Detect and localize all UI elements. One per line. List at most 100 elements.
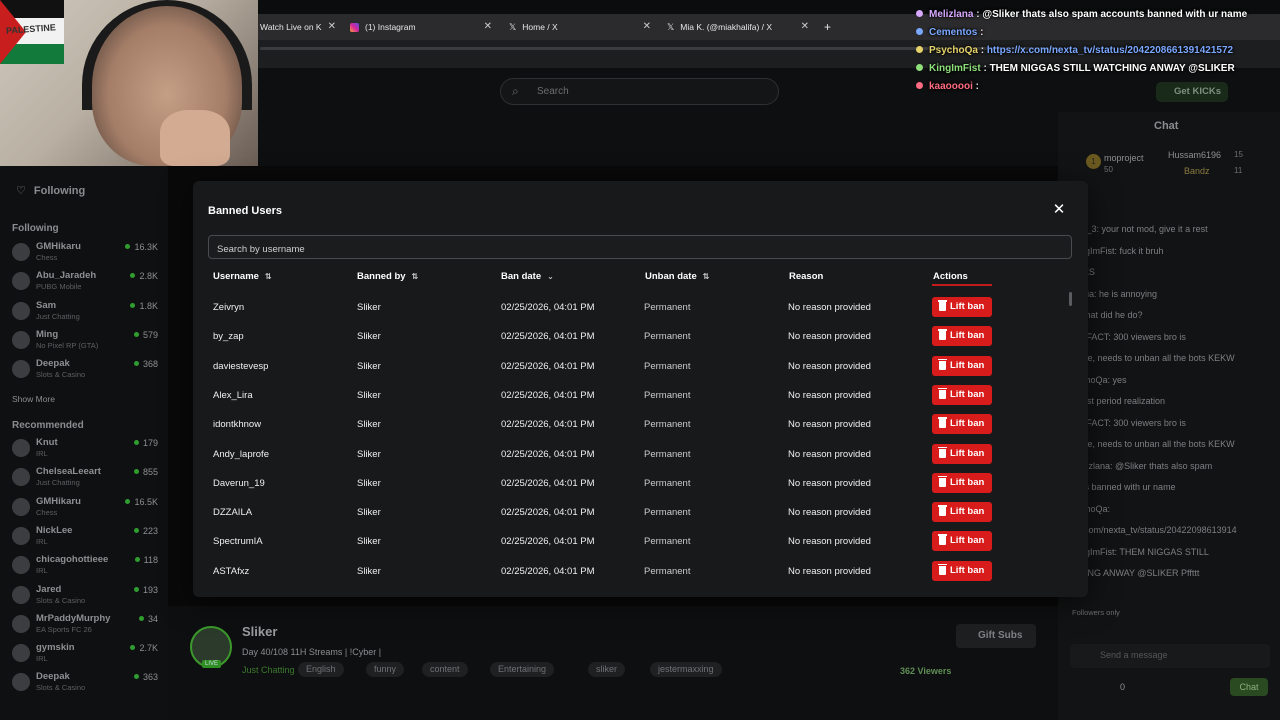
channel-name: Sam: [36, 299, 57, 311]
cell-unban-date: Permanent: [644, 360, 691, 372]
viewer-count: 2.7K: [130, 643, 158, 653]
avatar: [12, 526, 30, 545]
channel-name: Deepak: [36, 358, 70, 370]
sidebar-channel-item[interactable]: chicagohottieee IRL 118: [12, 553, 162, 577]
browser-tab-x-profile[interactable]: 𝕏 Mia K. (@miakhalifa) / X ✕: [667, 14, 809, 40]
stream-tag[interactable]: Entertaining: [490, 662, 555, 677]
stream-info: LIVE Sliker Day 40/108 11H Streams | !Cy…: [186, 620, 1046, 690]
trash-icon: [938, 387, 947, 399]
lift-ban-button[interactable]: Lift ban: [932, 414, 992, 435]
sidebar-channel-item[interactable]: Sam Just Chatting 1.8K: [12, 299, 162, 323]
column-header-username[interactable]: Username ⇅: [213, 271, 272, 282]
stream-category[interactable]: Just Chatting: [242, 665, 295, 675]
close-tab-icon[interactable]: ✕: [643, 21, 651, 32]
sidebar-channel-item[interactable]: Jared Slots & Casino 193: [12, 583, 162, 607]
stream-tag[interactable]: funny: [366, 662, 405, 677]
trash-icon: [938, 475, 947, 487]
lift-ban-button[interactable]: Lift ban: [932, 560, 992, 581]
browser-tab-instagram[interactable]: (1) Instagram ✕: [350, 14, 492, 40]
cell-ban-date: 02/25/2026, 04:01 PM: [501, 565, 595, 577]
sidebar-channel-item[interactable]: NickLee IRL 223: [12, 524, 162, 548]
sidebar-channel-item[interactable]: GMHikaru Chess 16.5K: [12, 495, 162, 519]
leaderboard-name: moproject: [1104, 153, 1144, 163]
banned-users-modal: Banned Users ✕ Username ⇅ Banned by ⇅ Ban …: [193, 181, 1088, 597]
avatar: [12, 468, 30, 487]
channel-name: GMHikaru: [36, 495, 81, 507]
kick-search-input[interactable]: ⌕ Search: [500, 78, 779, 105]
lift-ban-button[interactable]: Lift ban: [932, 384, 992, 405]
x-icon: 𝕏: [509, 21, 517, 32]
cell-unban-date: Permanent: [644, 507, 691, 519]
sidebar-channel-item[interactable]: GMHikaru Chess 16.3K: [12, 240, 162, 264]
overlay-message: THEM NIGGAS STILL WATCHING ANWAY @SLIKER: [989, 63, 1235, 74]
chat-send-button[interactable]: Chat: [1230, 678, 1268, 696]
overlay-username: Cementos: [929, 27, 978, 38]
cell-unban-date: Permanent: [644, 565, 691, 577]
cell-banned-by: Sliker: [357, 419, 381, 431]
stream-tag[interactable]: sliker: [588, 662, 626, 677]
close-tab-icon[interactable]: ✕: [484, 21, 492, 32]
sidebar-channel-item[interactable]: Abu_Jaradeh PUBG Mobile 2.8K: [12, 269, 162, 293]
lift-ban-button[interactable]: Lift ban: [932, 472, 992, 493]
lift-ban-button[interactable]: Lift ban: [932, 355, 992, 376]
leaderboard-rank: 1: [1086, 154, 1101, 169]
chat-title: Chat: [1154, 120, 1179, 132]
column-header-banned-by[interactable]: Banned by ⇅: [357, 271, 418, 282]
overlay-username: kaaooooi: [929, 81, 973, 92]
close-tab-icon[interactable]: ✕: [328, 21, 336, 32]
cell-banned-by: Sliker: [357, 565, 381, 577]
column-header-unban-date[interactable]: Unban date ⇅: [645, 271, 709, 282]
lift-ban-button[interactable]: Lift ban: [932, 531, 992, 552]
column-header-ban-date[interactable]: Ban date ⌄: [501, 271, 554, 282]
stream-title: Day 40/108 11H Streams | !Cyber |: [242, 647, 382, 657]
sidebar-channel-item[interactable]: Knut IRL 179: [12, 436, 162, 460]
overlay-message: @Sliker thats also spam accounts banned …: [982, 9, 1248, 20]
new-tab-button[interactable]: +: [824, 14, 838, 40]
sidebar-channel-item[interactable]: MrPaddyMurphy EA Sports FC 26 34: [12, 612, 162, 636]
overlay-username: PsychoQa: [929, 45, 978, 56]
cell-reason: No reason provided: [788, 419, 871, 431]
viewer-count: 223: [134, 526, 158, 536]
show-more-link[interactable]: Show More: [12, 394, 55, 404]
get-kicks-button[interactable]: Get KICKs: [1156, 82, 1228, 102]
cell-username: Alex_Lira: [213, 389, 253, 401]
cell-banned-by: Sliker: [357, 448, 381, 460]
lift-ban-label: Lift ban: [950, 564, 985, 576]
channel-name: Jared: [36, 583, 62, 595]
sidebar-channel-item[interactable]: ChelseaLeeart Just Chatting 855: [12, 465, 162, 489]
avatar: [12, 644, 30, 663]
cell-ban-date: 02/25/2026, 04:01 PM: [501, 389, 595, 401]
sidebar-channel-item[interactable]: gymskin IRL 2.7K: [12, 641, 162, 665]
lift-ban-label: Lift ban: [950, 476, 985, 488]
browser-tab-x-home[interactable]: 𝕏 Home / X ✕: [509, 14, 651, 40]
actions-underline: [932, 284, 992, 286]
browser-tab-kick[interactable]: Watch Live on K ✕: [260, 14, 336, 40]
search-username-input[interactable]: [208, 235, 1072, 259]
stream-tag[interactable]: English: [298, 662, 344, 677]
sidebar-channel-item[interactable]: Ming No Pixel RP (GTA) 579: [12, 328, 162, 352]
cell-ban-date: 02/25/2026, 04:01 PM: [501, 331, 595, 343]
trash-icon: [938, 358, 947, 370]
lift-ban-label: Lift ban: [950, 506, 985, 518]
stream-tag[interactable]: jestermaxxing: [650, 662, 722, 677]
channel-name[interactable]: Sliker: [242, 624, 277, 639]
sidebar-following-title[interactable]: ♡ Following: [16, 184, 85, 197]
close-tab-icon[interactable]: ✕: [801, 21, 809, 32]
lift-ban-button[interactable]: Lift ban: [932, 502, 992, 523]
sidebar-channel-item[interactable]: Deepak Slots & Casino 368: [12, 357, 162, 381]
trash-icon: [938, 534, 947, 546]
lift-ban-button[interactable]: Lift ban: [932, 326, 992, 347]
cell-username: ASTAfxz: [213, 565, 250, 577]
cell-ban-date: 02/25/2026, 04:01 PM: [501, 507, 595, 519]
lift-ban-button[interactable]: Lift ban: [932, 297, 992, 317]
channel-category: Just Chatting: [36, 311, 80, 321]
send-message-input[interactable]: Send a message: [1070, 644, 1270, 668]
close-icon[interactable]: ✕: [1051, 202, 1067, 218]
sidebar-channel-item[interactable]: Deepak Slots & Casino 363: [12, 670, 162, 694]
table-scrollbar[interactable]: [1069, 292, 1072, 306]
viewer-count: 193: [134, 585, 158, 595]
gift-subs-button[interactable]: Gift Subs: [956, 624, 1036, 648]
lift-ban-button[interactable]: Lift ban: [932, 443, 992, 464]
table-row: Daverun_19 Sliker 02/25/2026, 04:01 PM Perm…: [193, 469, 1069, 498]
stream-tag[interactable]: content: [422, 662, 468, 677]
